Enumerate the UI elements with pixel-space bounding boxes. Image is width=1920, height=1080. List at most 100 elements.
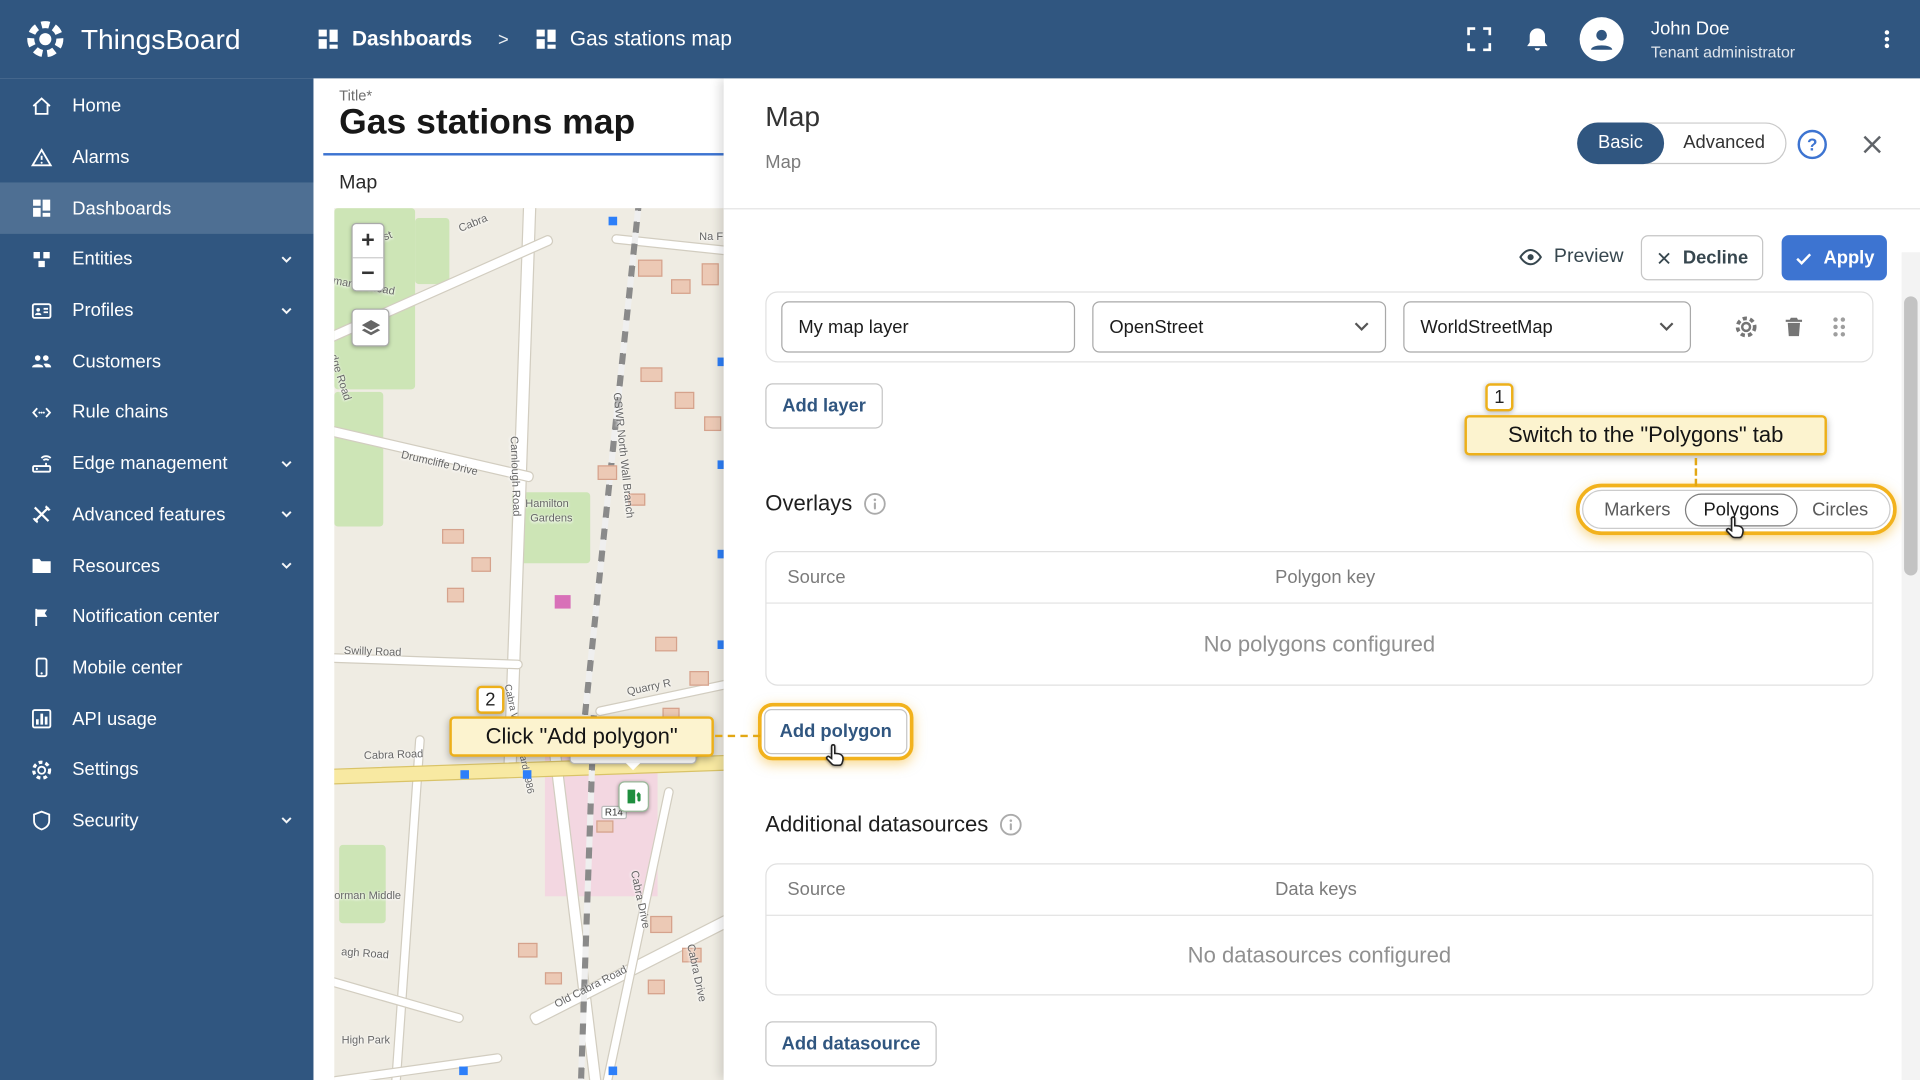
hand-cursor-icon xyxy=(1725,516,1744,539)
breadcrumb-dashboards[interactable]: Dashboards xyxy=(352,27,472,51)
toggle-basic[interactable]: Basic xyxy=(1577,122,1664,165)
panel-title: Map xyxy=(765,100,821,133)
scrollbar-thumb[interactable] xyxy=(1904,296,1918,576)
widget-resize-handle[interactable] xyxy=(460,770,469,779)
decline-label: Decline xyxy=(1682,247,1749,269)
sidebar-item-label: Dashboards xyxy=(72,198,172,219)
layer-name-input[interactable]: My map layer xyxy=(781,301,1076,353)
layer-provider-select[interactable]: OpenStreet xyxy=(1092,301,1387,353)
map-layer-row: My map layer OpenStreet WorldStreetMap xyxy=(767,293,1873,362)
layer-type-select[interactable]: WorldStreetMap xyxy=(1403,301,1692,353)
eye-icon xyxy=(1519,248,1542,266)
tab-markers[interactable]: Markers xyxy=(1592,499,1683,520)
annotation-step2-tooltip: Click "Add polygon" xyxy=(449,716,714,757)
map-street-label: Na Fionn GAA xyxy=(699,230,724,243)
toggle-advanced[interactable]: Advanced xyxy=(1662,124,1785,163)
additional-datasources-title: Additional datasources xyxy=(765,812,1022,838)
sidebar-item-resources[interactable]: Resources xyxy=(0,540,313,591)
breadcrumb: Dashboards > Gas stations map xyxy=(316,27,732,51)
add-layer-button[interactable]: Add layer xyxy=(765,383,883,429)
gas-pump-icon xyxy=(627,789,641,804)
info-icon xyxy=(864,493,886,515)
map-street-label: Cabra Drive xyxy=(684,942,709,1003)
gear-icon xyxy=(32,760,52,780)
map-building xyxy=(701,263,719,286)
chevron-down-icon xyxy=(1659,322,1674,331)
map-building xyxy=(637,259,663,277)
drag-handle-icon[interactable] xyxy=(1828,313,1850,340)
map-building xyxy=(544,972,563,985)
overlays-section-title: Overlays xyxy=(765,491,886,517)
apply-button[interactable]: Apply xyxy=(1781,235,1887,281)
notifications-bell-icon[interactable] xyxy=(1522,24,1553,55)
sidebar-item-customers[interactable]: Customers xyxy=(0,336,313,387)
sidebar-item-api-usage[interactable]: API usage xyxy=(0,693,313,744)
fullscreen-icon[interactable] xyxy=(1464,23,1496,55)
sidebar-item-alarms[interactable]: Alarms xyxy=(0,132,313,183)
widget-resize-handle[interactable] xyxy=(608,216,618,226)
layer-settings-gear-icon[interactable] xyxy=(1733,313,1760,340)
chevron-down-icon xyxy=(1354,322,1369,331)
zoom-out-button[interactable]: − xyxy=(352,257,384,290)
header-actions: John Doe Tenant administrator xyxy=(1464,17,1901,62)
map-decor: WestCabramanus Roaddge RoadDrumcliffe Dr… xyxy=(334,208,724,1080)
tab-circles[interactable]: Circles xyxy=(1800,499,1881,520)
map-building xyxy=(517,942,538,958)
dashboards-icon xyxy=(33,199,51,218)
dashboard-edit-area: Title* Gas stations map Map WestCabraman… xyxy=(313,78,727,1080)
sidebar-item-label: Advanced features xyxy=(72,504,226,526)
sidebar-item-home[interactable]: Home xyxy=(0,81,313,132)
map-building xyxy=(442,528,465,544)
widget-resize-handle[interactable] xyxy=(608,1066,618,1076)
map-layers-control[interactable] xyxy=(351,308,390,347)
map-street-label: agh Road xyxy=(340,945,390,961)
sidebar-item-entities[interactable]: Entities xyxy=(0,234,313,285)
sidebar-item-security[interactable]: Security xyxy=(0,795,313,846)
sidebar-item-edge-management[interactable]: Edge management xyxy=(0,438,313,489)
dashboard-title-input[interactable]: Gas stations map xyxy=(339,103,635,143)
panel-scrollbar[interactable] xyxy=(1901,252,1920,1080)
panel-subtitle: Map xyxy=(765,151,802,173)
sidebar-item-notification-center[interactable]: Notification center xyxy=(0,591,313,642)
sidebar-item-label: Security xyxy=(72,810,139,832)
sidebar-item-dashboards[interactable]: Dashboards xyxy=(0,182,314,234)
widget-resize-handle[interactable] xyxy=(522,770,532,779)
polygons-table-header: Source Polygon key xyxy=(766,552,1873,604)
sidebar-item-rule-chains[interactable]: Rule chains xyxy=(0,387,313,438)
map-zoom-control: + − xyxy=(351,222,385,292)
decline-button[interactable]: Decline xyxy=(1640,235,1764,281)
hand-cursor-icon xyxy=(825,744,844,767)
column-source: Source xyxy=(787,566,846,588)
sidebar-item-settings[interactable]: Settings xyxy=(0,744,313,795)
sidebar-item-label: Alarms xyxy=(72,146,130,168)
sidebar-item-mobile-center[interactable]: Mobile center xyxy=(0,642,313,693)
close-icon[interactable] xyxy=(1859,131,1886,158)
annotation-step2-connector xyxy=(715,734,761,738)
delete-trash-icon[interactable] xyxy=(1782,315,1806,339)
map-street-label: Cabra Road xyxy=(363,747,424,762)
map-canvas[interactable]: WestCabramanus Roaddge RoadDrumcliffe Dr… xyxy=(334,208,724,1080)
help-icon[interactable]: ? xyxy=(1796,129,1828,161)
more-menu-kebab-icon[interactable] xyxy=(1873,26,1900,53)
map-building xyxy=(471,557,492,572)
column-polygon-key: Polygon key xyxy=(1275,566,1376,588)
customers-people-icon xyxy=(32,355,52,368)
preview-label: Preview xyxy=(1553,246,1624,267)
sidebar-item-profiles[interactable]: Profiles xyxy=(0,285,313,336)
preview-button[interactable]: Preview xyxy=(1518,245,1624,269)
user-name: John Doe xyxy=(1650,18,1730,40)
widget-resize-handle[interactable] xyxy=(459,1066,468,1076)
add-datasource-button[interactable]: Add datasource xyxy=(765,1021,937,1067)
apply-label: Apply xyxy=(1823,247,1875,269)
user-avatar[interactable] xyxy=(1579,17,1624,62)
entities-icon xyxy=(33,251,50,268)
thingsboard-app: ThingsBoard Dashboards > Gas stations ma… xyxy=(0,0,1920,1080)
column-data-keys: Data keys xyxy=(1275,879,1357,900)
dashboards-icon xyxy=(319,29,339,49)
zoom-in-button[interactable]: + xyxy=(353,224,384,257)
map-street-label: High Park xyxy=(341,1033,391,1046)
map-building xyxy=(650,915,673,934)
gas-station-marker[interactable] xyxy=(618,781,649,812)
chevron-down-icon xyxy=(281,511,292,518)
sidebar-item-advanced-features[interactable]: Advanced features xyxy=(0,489,313,540)
